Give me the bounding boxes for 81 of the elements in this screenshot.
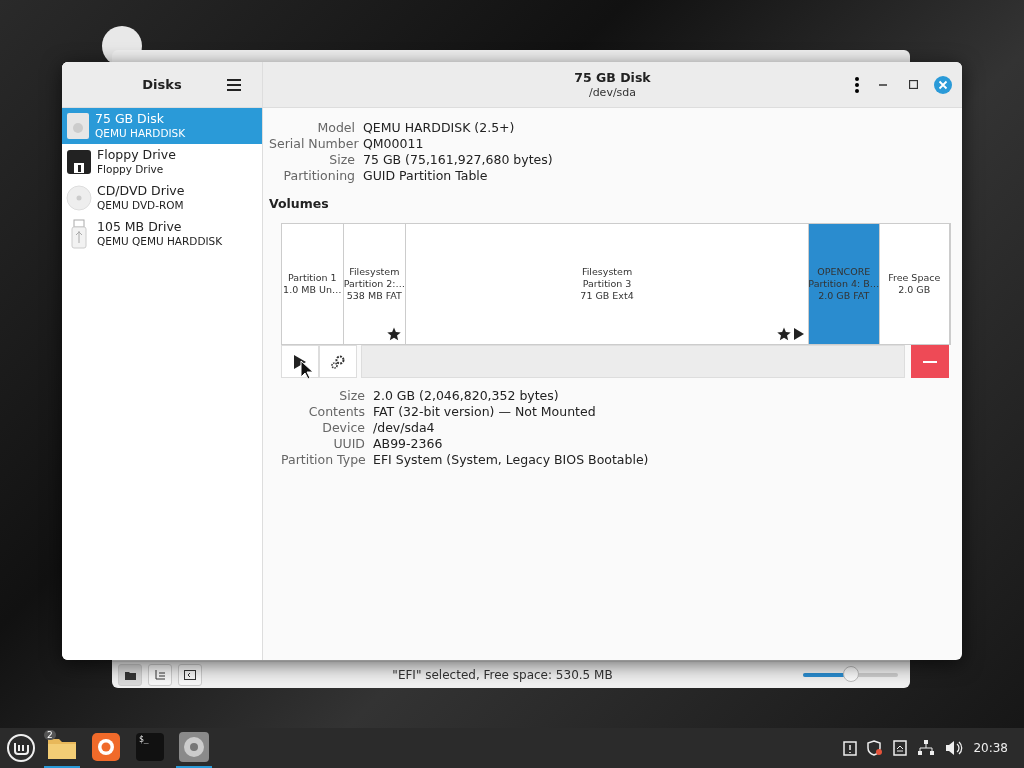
info-value: AB99-2366 (373, 436, 444, 452)
zoom-slider[interactable] (803, 666, 898, 684)
partition-segment[interactable]: Partition 1 1.0 MB Un… (282, 224, 344, 344)
info-label: Contents (307, 404, 365, 420)
section-title: Volumes (269, 196, 330, 211)
close-button[interactable] (934, 75, 952, 94)
terminal-icon: $_ (136, 733, 164, 761)
info-value: /dev/sda4 (373, 420, 436, 436)
browser-icon (92, 733, 120, 761)
info-label: Size (328, 152, 355, 168)
floppy-icon (66, 149, 92, 175)
partition-label: Partition 3 (582, 278, 632, 290)
delete-button[interactable] (911, 345, 949, 378)
device-model: QEMU QEMU HARDDISK (97, 234, 223, 248)
close-icon (934, 75, 952, 94)
info-value: QEMU HARDDISK (2.5+) (363, 120, 516, 136)
disk-title: 75 GB Disk (574, 69, 651, 85)
info-label: Partitioning (282, 168, 355, 184)
sidebar-title: Disks (142, 77, 182, 92)
info-value: QM00011 (363, 136, 425, 152)
tree-view-icon (154, 670, 166, 680)
partition-label: Partition 2:… (343, 278, 405, 290)
partition-label: 2.0 GB FAT (818, 290, 870, 302)
clipboard-icon[interactable] (843, 740, 858, 756)
info-value: 2.0 GB (2,046,820,352 bytes) (373, 388, 560, 404)
info-value: GUID Partition Table (363, 168, 489, 184)
device-list-item[interactable]: Floppy Drive Floppy Drive (62, 144, 262, 180)
info-value: FAT (32-bit version) — Not Mounted (373, 404, 597, 420)
taskbar-app[interactable]: $_ (132, 728, 168, 768)
partition-label: Filesystem (349, 266, 400, 278)
slider-thumb[interactable] (842, 666, 859, 682)
device-name: CD/DVD Drive (97, 184, 185, 198)
menu-logo-icon[interactable] (6, 733, 36, 763)
info-value: EFI System (System, Legacy BIOS Bootable) (373, 452, 650, 468)
info-value: 75 GB (75,161,927,680 bytes) (363, 152, 554, 168)
taskbar-app[interactable]: 2 (44, 728, 80, 768)
shield-icon[interactable] (867, 740, 884, 756)
update-icon[interactable] (893, 740, 908, 756)
sidebar-icon (184, 670, 196, 680)
volume-icon[interactable] (945, 740, 964, 756)
minimize-icon (879, 83, 887, 86)
partition-label: Partition 4: B… (808, 278, 880, 290)
partition-label: 538 MB FAT (346, 290, 402, 302)
partition-label: 1.0 MB Un… (283, 284, 342, 296)
maximize-icon (908, 80, 918, 89)
mount-button[interactable] (281, 345, 319, 378)
status-text: "EFI" selected, Free space: 530.5 MB (391, 668, 614, 682)
device-model: QEMU DVD-ROM (97, 198, 185, 212)
menu-icon (227, 79, 241, 91)
info-label: Size (338, 388, 365, 404)
more-icon (855, 76, 859, 93)
info-label: UUID (332, 436, 365, 452)
sidebar-toggle-button[interactable] (178, 664, 202, 686)
disk-utility-icon (179, 732, 209, 762)
partition-segment[interactable]: Filesystem Partition 2:… 538 MB FAT (343, 224, 407, 344)
more-options-button[interactable] (852, 75, 862, 94)
device-list-item[interactable]: CD/DVD Drive QEMU DVD-ROM (62, 180, 262, 216)
partition-label: OPENCORE (817, 266, 871, 278)
network-icon[interactable] (917, 740, 936, 756)
count-badge: 2 (44, 730, 56, 740)
partition-label: Free Space (888, 272, 941, 284)
folder-icon (124, 670, 136, 680)
info-label: Device (321, 420, 365, 436)
view-button[interactable] (118, 664, 142, 686)
device-name: Floppy Drive (97, 148, 176, 162)
info-label: Model (316, 120, 355, 136)
disk-path: /dev/sda (588, 84, 637, 100)
clock-text[interactable]: 20:38 (973, 741, 1008, 755)
partition-segment[interactable]: OPENCORE Partition 4: B… 2.0 GB FAT (809, 224, 880, 344)
partition-label: 2.0 GB (898, 284, 931, 296)
partition-label: Partition 1 (287, 272, 337, 284)
minus-icon (923, 360, 937, 363)
info-label: Partition Type (281, 452, 365, 468)
partition-label: Filesystem (581, 266, 633, 278)
device-model: Floppy Drive (97, 162, 165, 176)
device-name: 75 GB Disk (95, 112, 165, 126)
device-model: QEMU HARDDISK (95, 126, 186, 140)
device-name: 105 MB Drive (97, 220, 183, 234)
device-list-item[interactable]: 105 MB Drive QEMU QEMU HARDDISK (62, 216, 262, 252)
settings-button[interactable] (319, 345, 357, 378)
partition-label: 71 GB Ext4 (580, 290, 634, 302)
